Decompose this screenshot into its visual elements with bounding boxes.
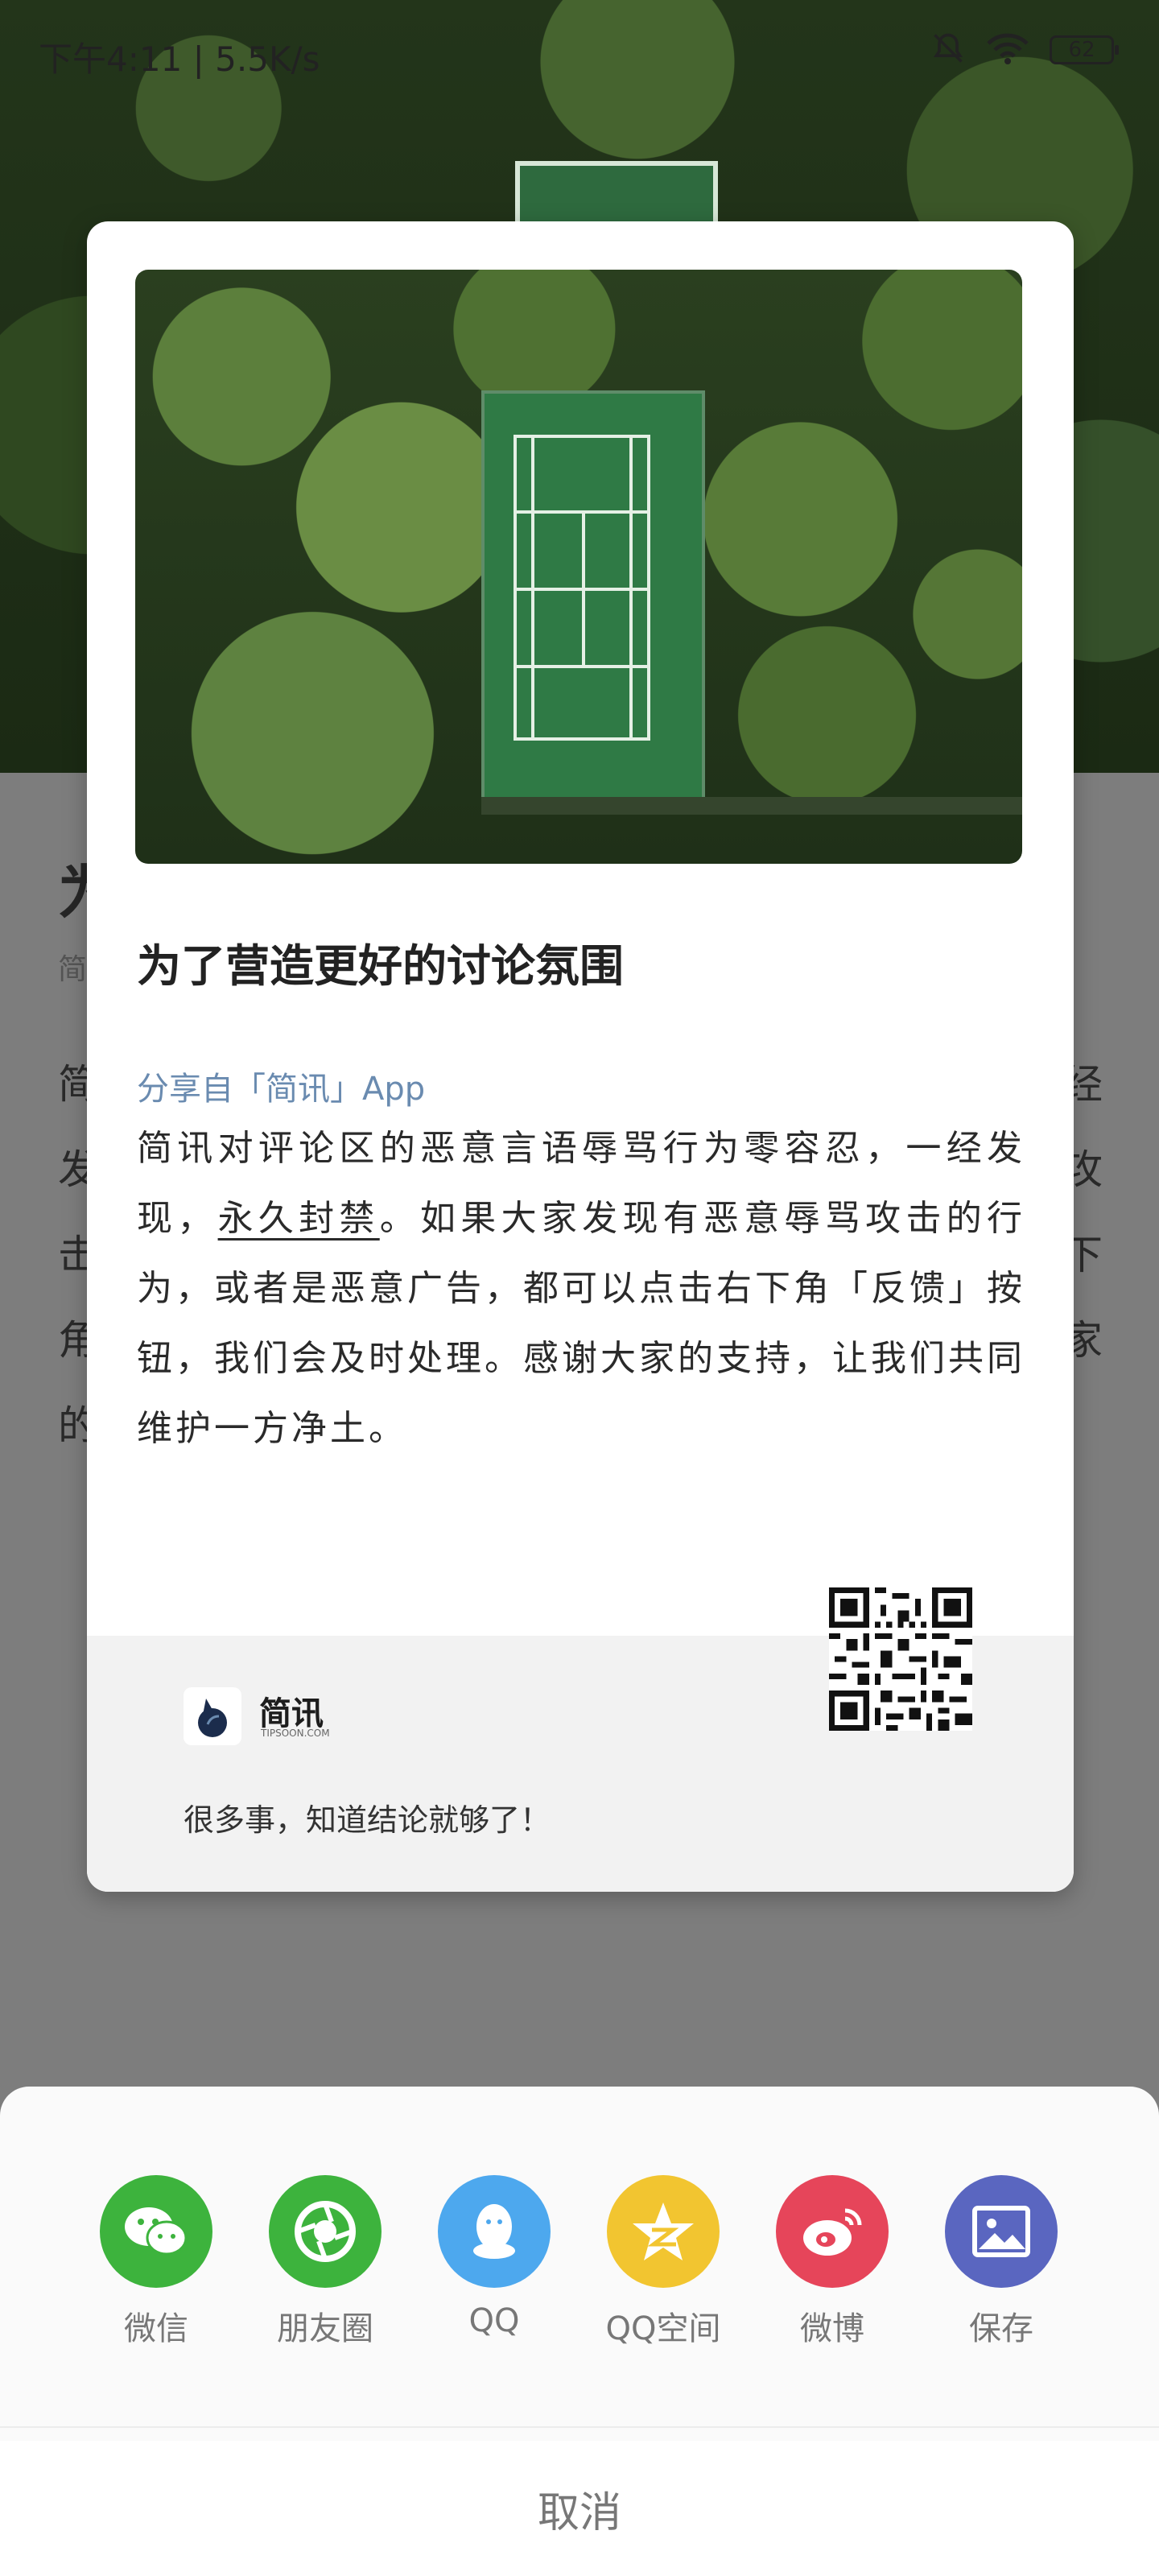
status-icons: 62 (930, 31, 1119, 69)
card-body-text: 简讯对评论区的恶意言语辱骂行为零容忍，一经发现，永久封禁。如果大家发现有恶意辱骂… (137, 1113, 1025, 1463)
share-moments-button[interactable]: 朋友圈 (245, 2175, 406, 2349)
share-sheet: 微信 朋友圈 QQ QQ空间 微博 保存 取消 (0, 2087, 1159, 2576)
share-wechat-button[interactable]: 微信 (76, 2175, 237, 2349)
moments-icon (269, 2175, 382, 2288)
brand-domain: TIPSOON.COM (261, 1728, 330, 1739)
share-qzone-button[interactable]: QQ空间 (583, 2175, 744, 2349)
tennis-court-lines (514, 435, 650, 741)
divider (0, 2426, 1159, 2428)
share-weibo-button[interactable]: 微博 (752, 2175, 913, 2349)
cancel-button[interactable]: 取消 (0, 2441, 1159, 2576)
garden-path (481, 797, 1022, 815)
status-time: 下午4:11 | 5.5K/s (39, 39, 320, 79)
share-label: 朋友圈 (277, 2310, 373, 2347)
qzone-icon (607, 2175, 720, 2288)
share-label: QQ (468, 2302, 520, 2339)
card-text-underlined: 永久封禁 (217, 1198, 380, 1239)
share-qq-button[interactable]: QQ (414, 2175, 575, 2339)
mute-bell-icon (930, 31, 966, 69)
wifi-icon (987, 31, 1029, 69)
share-label: 微博 (800, 2310, 864, 2347)
cat-logo-icon (198, 1699, 227, 1737)
share-card: 为了营造更好的讨论氛围 分享自「简讯」App 简讯对评论区的恶意言语辱骂行为零容… (87, 221, 1074, 1892)
wechat-icon (100, 2175, 212, 2288)
qq-icon (438, 2175, 551, 2288)
app-logo (184, 1687, 241, 1745)
share-save-button[interactable]: 保存 (921, 2175, 1082, 2349)
share-label: 微信 (124, 2310, 188, 2347)
background-meta-char: 简 (58, 953, 88, 986)
status-bar: 下午4:11 | 5.5K/s 62 (0, 0, 1159, 105)
weibo-icon (776, 2175, 889, 2288)
share-label: 保存 (969, 2310, 1033, 2347)
brand-slogan: 很多事，知道结论就够了！ (184, 1802, 551, 1838)
card-source: 分享自「简讯」App (137, 1071, 426, 1108)
share-label: QQ空间 (605, 2310, 721, 2347)
qr-code (829, 1587, 972, 1731)
battery-icon: 62 (1050, 35, 1119, 64)
save-image-icon (945, 2175, 1058, 2288)
card-title: 为了营造更好的讨论氛围 (137, 940, 625, 992)
card-cover-image (135, 270, 1022, 864)
